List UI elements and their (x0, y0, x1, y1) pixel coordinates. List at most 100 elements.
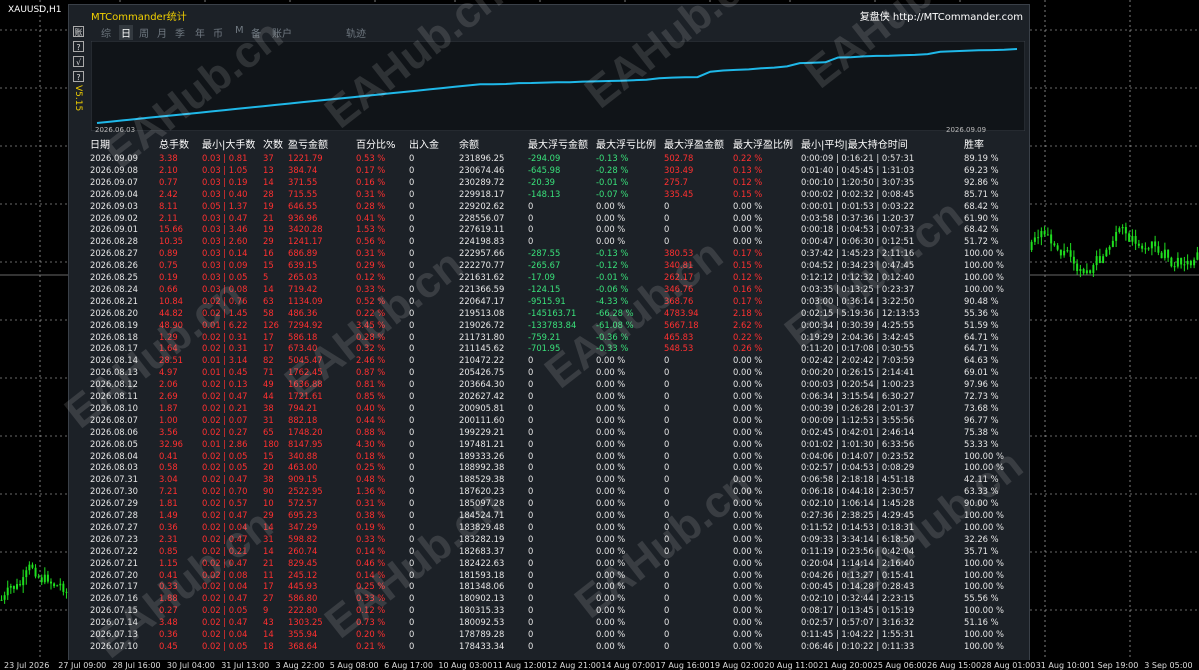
table-row[interactable]: 2026.09.02 2.11 0.03 | 0.47 21 936.96 0.41 % 0… (69, 212, 1029, 224)
table-row[interactable]: 2026.07.30 7.21 0.02 | 0.70 90 2522.95 1.36 %… (69, 485, 1029, 497)
table-header-cell[interactable]: 最大浮盈比例 (733, 140, 793, 152)
table-row[interactable]: 2026.07.13 0.36 0.02 | 0.04 14 355.94 0.20 % 0… (69, 628, 1029, 640)
table-header-cell[interactable]: 最小|大手数 (202, 140, 255, 152)
tab-1[interactable]: 日 (119, 25, 133, 40)
table-cell: 2026.08.19 (90, 319, 138, 330)
table-row[interactable]: 2026.08.10 1.87 0.02 | 0.21 38 794.21 0.40 % 0… (69, 402, 1029, 414)
time-axis-label: 21 Aug 20:00 (818, 661, 873, 670)
info-icon[interactable]: ? (73, 71, 84, 82)
table-row[interactable]: 2026.08.03 0.58 0.02 | 0.05 20 463.00 0.25 % 0… (69, 461, 1029, 473)
table-cell: 0 (664, 581, 670, 592)
tab-0[interactable]: 综 (101, 25, 111, 40)
table-header-cell[interactable]: 总手数 (159, 140, 189, 152)
table-row[interactable]: 2026.07.27 0.36 0.02 | 0.04 14 347.29 0.19 % 0… (69, 521, 1029, 533)
table-row[interactable]: 2026.08.11 2.69 0.02 | 0.47 44 1721.61 0.85 %… (69, 390, 1029, 402)
table-cell: 2026.09.04 (90, 188, 138, 199)
candle-body (1050, 234, 1053, 244)
table-row[interactable]: 2026.07.22 0.85 0.02 | 0.21 14 260.74 0.14 % 0… (69, 545, 1029, 557)
table-row[interactable]: 2026.08.25 0.19 0.03 | 0.05 5 265.03 0.12 % 0 2… (69, 271, 1029, 283)
tab-2[interactable]: 周 (139, 25, 149, 40)
table-row[interactable]: 2026.08.13 4.97 0.01 | 0.45 71 1762.45 0.87 %… (69, 366, 1029, 378)
table-header-cell[interactable]: 盈亏金额 (288, 140, 328, 152)
table-row[interactable]: 2026.09.07 0.77 0.03 | 0.19 14 371.55 0.16 % 0… (69, 176, 1029, 188)
table-header-cell[interactable]: 最小|平均|最大持仓时间 (801, 140, 908, 152)
table-cell: 0:02:57 | 0:57:07 | 3:16:32 (801, 617, 915, 628)
table-cell: 199229.21 (459, 426, 505, 437)
table-cell: 0.02 | 0.47 (202, 391, 248, 401)
table-header-cell[interactable]: 最大浮亏金额 (528, 140, 588, 152)
candle-body (1085, 270, 1088, 274)
table-cell: 0:37:42 | 1:45:23 | 2:11:16 (801, 248, 915, 259)
table-row[interactable]: 2026.07.20 0.41 0.02 | 0.08 11 245.12 0.14 % 0… (69, 569, 1029, 581)
table-row[interactable]: 2026.09.08 2.10 0.03 | 1.05 13 384.74 0.17 % 0… (69, 164, 1029, 176)
table-row[interactable]: 2026.09.09 3.38 0.03 | 0.81 37 1221.79 0.53 %… (69, 152, 1029, 164)
table-header-cell[interactable]: 最大浮亏比例 (596, 140, 656, 152)
panel-brand[interactable]: 复盘侠 http://MTCommander.com (860, 8, 1023, 23)
table-row[interactable]: 2026.08.24 0.66 0.03 | 0.08 14 719.42 0.33 % 0… (69, 283, 1029, 295)
table-header-cell[interactable]: 次数 (263, 140, 283, 152)
table-cell: 673.40 (288, 343, 318, 354)
table-cell: 100.00 % (964, 569, 1004, 580)
table-row[interactable]: 2026.08.14 28.51 0.01 | 3.14 82 5045.47 2.46 … (69, 354, 1029, 366)
table-cell: 27 (263, 593, 274, 604)
table-row[interactable]: 2026.07.14 3.48 0.02 | 0.47 43 1303.25 0.73 %… (69, 616, 1029, 628)
table-row[interactable]: 2026.08.20 44.82 0.02 | 1.45 58 486.36 0.22 %… (69, 307, 1029, 319)
table-row[interactable]: 2026.08.04 0.41 0.02 | 0.05 15 340.88 0.18 % 0… (69, 450, 1029, 462)
table-row[interactable]: 2026.07.21 1.15 0.02 | 0.47 21 829.45 0.46 % 0… (69, 557, 1029, 569)
tab-7[interactable]: M (235, 25, 244, 36)
time-axis-label: 27 Jul 09:00 (58, 661, 107, 670)
table-row[interactable]: 2026.09.01 15.66 0.03 | 3.46 19 3420.28 1.53 … (69, 223, 1029, 235)
table-row[interactable]: 2026.07.31 3.04 0.02 | 0.47 38 909.15 0.48 % 0… (69, 473, 1029, 485)
table-row[interactable]: 2026.07.28 1.49 0.02 | 0.47 29 695.23 0.38 % 0… (69, 509, 1029, 521)
tab-10[interactable]: 轨迹 (346, 25, 366, 40)
table-row[interactable]: 2026.08.07 1.00 0.02 | 0.07 31 882.18 0.44 % 0… (69, 414, 1029, 426)
table-cell: -4.33 % (596, 295, 629, 306)
table-cell: 0.00 % (733, 402, 763, 413)
tab-4[interactable]: 季 (175, 25, 185, 40)
table-cell: 0.02 | 0.04 (202, 581, 248, 592)
table-header-row: 日期 总手数 最小|大手数 次数 盈亏金额 百分比% 出入金 余额 最大浮亏金额 最大浮亏比例 最大… (69, 140, 1029, 152)
table-cell: 2026.09.07 (90, 176, 138, 187)
table-cell: 2026.07.30 (90, 486, 138, 497)
tab-5[interactable]: 年 (195, 25, 205, 40)
time-axis-label: 31 Jul 13:00 (221, 661, 270, 670)
table-header-cell[interactable]: 日期 (90, 140, 110, 152)
table-row[interactable]: 2026.07.15 0.27 0.02 | 0.05 9 222.80 0.12 % 0 1… (69, 604, 1029, 616)
table-cell: 0.00 % (596, 450, 626, 461)
table-cell: 0 (528, 236, 534, 247)
table-row[interactable]: 2026.08.06 3.56 0.02 | 0.27 65 1748.20 0.88 %… (69, 426, 1029, 438)
table-header-cell[interactable]: 余额 (459, 140, 479, 152)
candle-body (1092, 265, 1095, 273)
table-row[interactable]: 2026.08.17 1.64 0.02 | 0.31 17 673.40 0.32 % 0… (69, 342, 1029, 354)
table-row[interactable]: 2026.08.12 2.06 0.02 | 0.13 49 1636.88 0.81 %… (69, 378, 1029, 390)
account-button[interactable]: 账 (73, 26, 84, 37)
table-row[interactable]: 2026.08.26 0.75 0.03 | 0.09 15 639.15 0.29 % 0… (69, 259, 1029, 271)
table-cell: 0 (664, 569, 670, 580)
tab-6[interactable]: 币 (213, 25, 223, 40)
table-row[interactable]: 2026.09.04 2.42 0.03 | 0.40 28 715.55 0.31 % 0… (69, 188, 1029, 200)
table-header-cell[interactable]: 百分比% (356, 140, 396, 152)
table-row[interactable]: 2026.07.10 0.45 0.02 | 0.05 18 368.64 0.21 % 0… (69, 640, 1029, 652)
table-row[interactable]: 2026.07.16 1.88 0.02 | 0.47 27 586.80 0.33 % 0… (69, 592, 1029, 604)
table-row[interactable]: 2026.08.05 32.96 0.01 | 2.86 180 8147.95 4.30… (69, 438, 1029, 450)
table-cell: 0.17 % (733, 295, 763, 306)
tab-8[interactable]: 备 (251, 25, 261, 40)
table-row[interactable]: 2026.08.18 1.29 0.02 | 0.31 17 586.18 0.28 % 0… (69, 331, 1029, 343)
table-row[interactable]: 2026.08.28 10.35 0.03 | 2.60 29 1241.17 0.56 … (69, 235, 1029, 247)
table-row[interactable]: 2026.08.19 48.90 0.01 | 6.22 126 7294.92 3.45… (69, 319, 1029, 331)
help-icon[interactable]: ? (73, 41, 84, 52)
tab-3[interactable]: 月 (157, 25, 167, 40)
table-row[interactable]: 2026.08.21 10.84 0.02 | 0.76 63 1134.09 0.52 … (69, 295, 1029, 307)
table-header-cell[interactable]: 最大浮盈金额 (664, 140, 724, 152)
tab-9[interactable]: 账户 (272, 25, 292, 40)
table-header-cell[interactable]: 胜率 (964, 140, 984, 152)
table-cell: 2026.07.31 (90, 474, 138, 485)
table-row[interactable]: 2026.09.03 8.11 0.05 | 1.37 19 646.55 0.28 % 0… (69, 200, 1029, 212)
table-row[interactable]: 2026.07.23 2.31 0.02 | 0.47 31 598.82 0.33 % 0… (69, 533, 1029, 545)
table-row[interactable]: 2026.08.27 0.89 0.03 | 0.14 16 686.89 0.31 % 0… (69, 247, 1029, 259)
check-icon[interactable]: √ (73, 56, 84, 67)
table-header-cell[interactable]: 出入金 (409, 140, 439, 152)
table-row[interactable]: 2026.07.17 0.33 0.02 | 0.04 17 445.93 0.25 % 0… (69, 580, 1029, 592)
candle-body (1037, 237, 1040, 239)
table-row[interactable]: 2026.07.29 1.81 0.02 | 0.57 10 572.57 0.31 % 0… (69, 497, 1029, 509)
